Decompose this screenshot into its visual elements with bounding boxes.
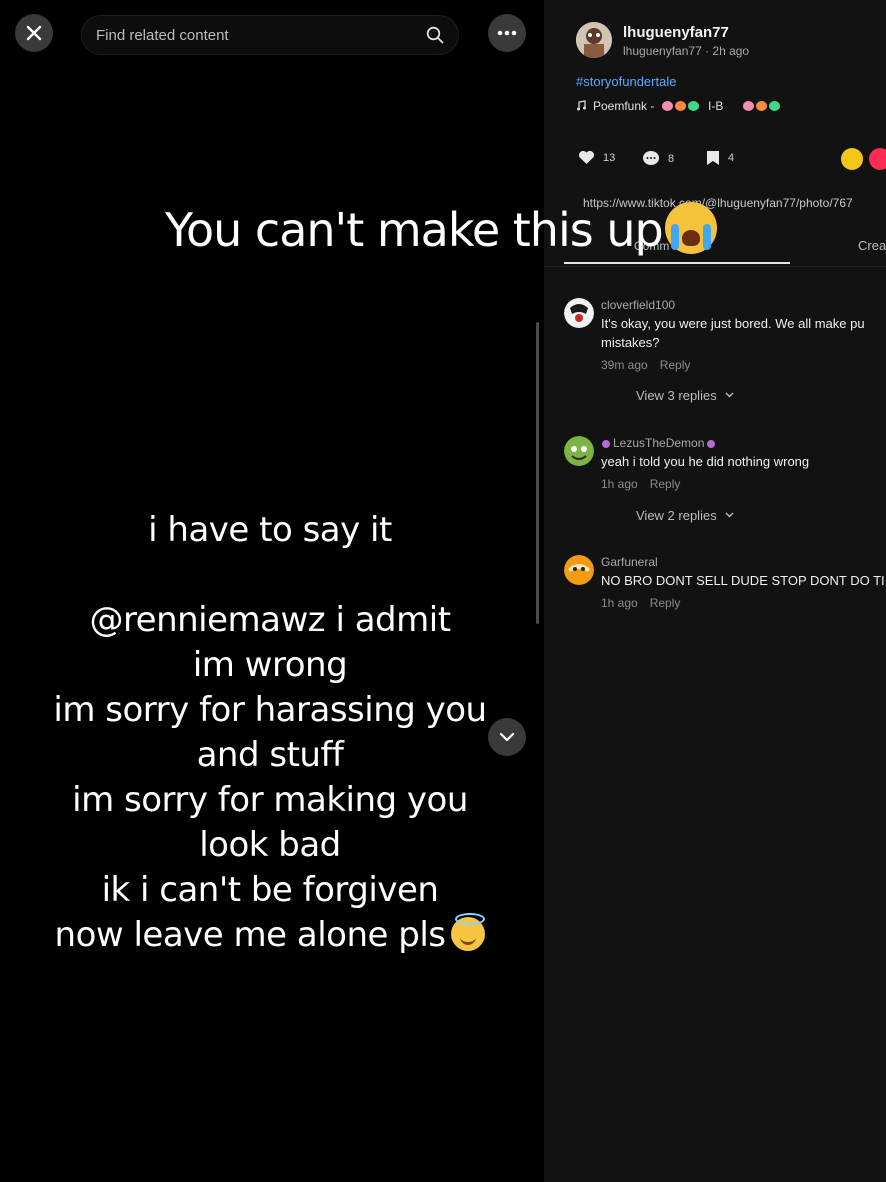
author-meta: lhuguenyfan77 · 2h ago: [623, 44, 750, 58]
overlay-caption: You can't make this up: [165, 202, 717, 257]
author-avatar[interactable]: [576, 22, 612, 58]
post-line: im wrong: [192, 645, 348, 685]
devil-emoji-icon: [707, 440, 716, 448]
green-heart-icon: [768, 101, 780, 111]
divider: [544, 266, 886, 267]
search-placeholder: Find related content: [96, 27, 229, 44]
comment-username[interactable]: Garfuneral: [601, 555, 658, 569]
view-replies-label: View 2 replies: [636, 508, 717, 523]
pink-heart-icon: [742, 101, 754, 111]
orange-heart-icon: [755, 101, 767, 111]
comment-meta: 1h ago Reply: [601, 477, 680, 491]
comment-count: 8: [668, 152, 675, 165]
green-heart-icon: [687, 101, 699, 111]
devil-emoji-icon: [602, 440, 610, 448]
author-name[interactable]: lhuguenyfan77: [623, 24, 729, 41]
share-repost-icon[interactable]: [841, 148, 863, 170]
comment-meta: 39m ago Reply: [601, 358, 690, 372]
search-input[interactable]: Find related content: [81, 15, 459, 55]
music-note-icon: [577, 100, 586, 111]
caption-text: You can't make this up: [165, 203, 664, 257]
reply-button[interactable]: Reply: [650, 477, 681, 491]
view-replies-button[interactable]: View 3 replies: [636, 388, 734, 403]
comment-time: 1h ago: [601, 596, 638, 610]
hashtag-link[interactable]: #storyofundertale: [576, 74, 676, 89]
close-icon: [26, 25, 42, 41]
comment-time: 1h ago: [601, 477, 638, 491]
post-line: now leave me alone pls: [54, 915, 446, 955]
tab-creator-videos[interactable]: Crea: [858, 238, 886, 253]
halo-emoji-icon: [451, 913, 486, 951]
post-line: ik i can't be forgiven: [101, 870, 439, 910]
scrollbar[interactable]: [536, 322, 539, 624]
comment-icon: [643, 151, 659, 165]
music-suffix: I-B: [708, 99, 724, 113]
crying-mouth: [681, 230, 700, 246]
photo-viewer: Find related content i have to say it @r…: [0, 0, 544, 1182]
reply-button[interactable]: Reply: [660, 358, 691, 372]
orange-heart-icon: [674, 101, 686, 111]
post-line: and stuff: [196, 735, 344, 775]
post-line: look bad: [199, 825, 341, 865]
search-icon[interactable]: [426, 26, 444, 44]
music-title: Poemfunk -: [593, 99, 655, 113]
bookmark-count: 4: [728, 152, 735, 164]
post-text-body: @renniemawz i admit im wrong im sorry fo…: [30, 598, 510, 958]
view-replies-label: View 3 replies: [636, 388, 717, 403]
heart-icon: [578, 150, 595, 164]
post-line: @renniemawz i admit: [89, 600, 451, 640]
comment-time: 39m ago: [601, 358, 648, 372]
more-options-button[interactable]: [488, 14, 526, 52]
comment-username[interactable]: LezusTheDemon: [601, 436, 716, 450]
commenter-avatar[interactable]: [564, 298, 594, 328]
chevron-down-icon: [725, 512, 734, 518]
post-line: im sorry for harassing you: [53, 690, 487, 730]
active-tab-indicator: [564, 262, 790, 264]
bookmark-button[interactable]: 4: [706, 150, 734, 166]
view-replies-button[interactable]: View 2 replies: [636, 508, 734, 523]
chevron-down-icon: [725, 392, 734, 398]
post-line: im sorry for making you: [72, 780, 468, 820]
post-text-heading: i have to say it: [148, 510, 392, 550]
crying-face-icon: [664, 202, 717, 254]
commenter-avatar[interactable]: [564, 555, 594, 585]
music-link[interactable]: Poemfunk - I-B: [576, 99, 782, 113]
comment-username[interactable]: cloverfield100: [601, 298, 675, 312]
close-button[interactable]: [15, 14, 53, 52]
comment-username-text: LezusTheDemon: [613, 436, 705, 450]
comment-text: It's okay, you were just bored. We all m…: [601, 316, 865, 350]
comment-text: yeah i told you he did nothing wrong: [601, 454, 810, 469]
like-count: 13: [603, 151, 616, 164]
post-line-last: now leave me alone pls: [30, 913, 510, 958]
details-panel: lhuguenyfan77 lhuguenyfan77 · 2h ago #st…: [544, 0, 886, 1182]
like-button[interactable]: 13: [578, 150, 615, 165]
comment-text: NO BRO DONT SELL DUDE STOP DONT DO TI: [601, 573, 885, 588]
pink-heart-icon: [661, 101, 673, 111]
comment-meta: 1h ago Reply: [601, 596, 680, 610]
reply-button[interactable]: Reply: [650, 596, 681, 610]
more-icon: [497, 30, 517, 36]
comment-button[interactable]: 8: [642, 150, 674, 167]
share-send-icon[interactable]: [869, 148, 886, 170]
commenter-avatar[interactable]: [564, 436, 594, 466]
bookmark-icon: [707, 151, 719, 165]
